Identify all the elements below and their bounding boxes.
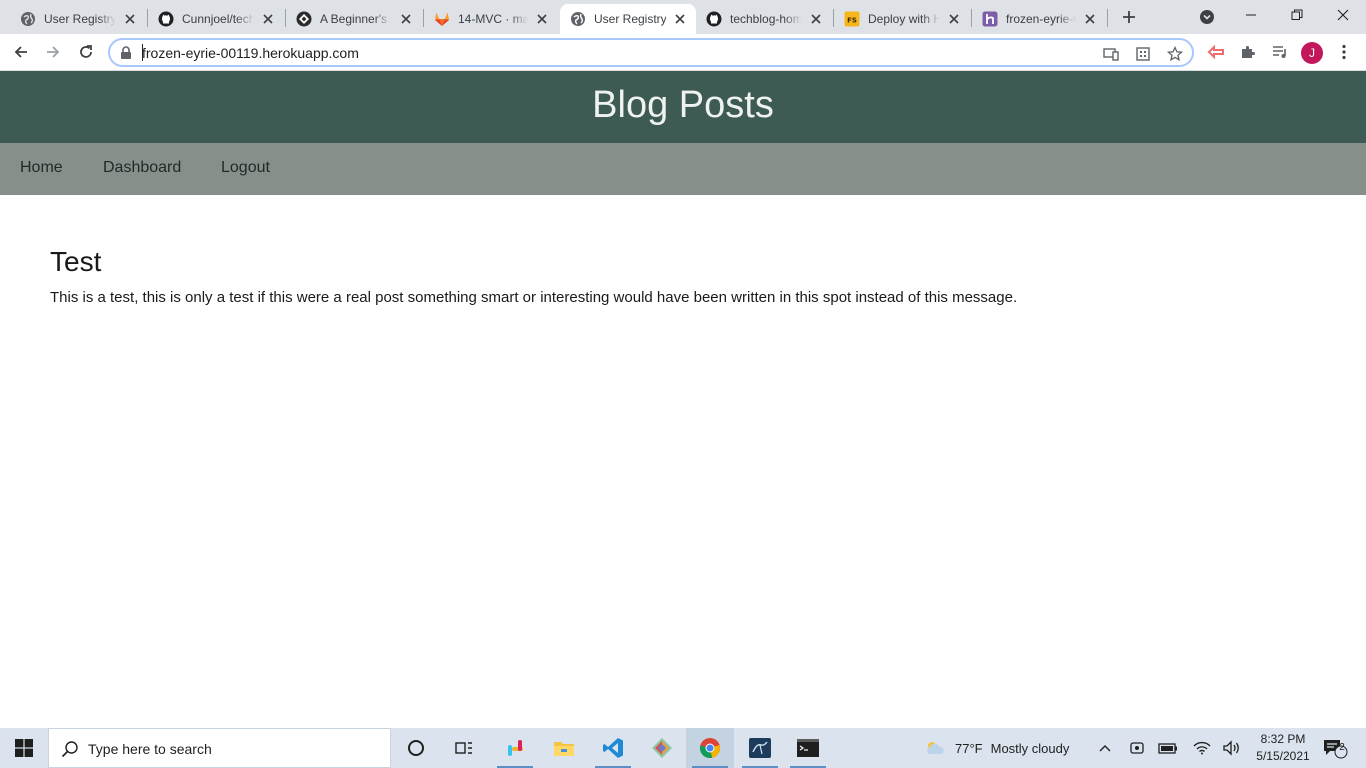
battery-icon[interactable] — [1158, 728, 1178, 768]
cortana-icon[interactable] — [392, 728, 440, 768]
tab-title: User Registry — [594, 12, 666, 26]
globe-icon — [20, 11, 36, 27]
taskbar: Type here to search 77°F Mostly cloudy 8… — [0, 728, 1366, 768]
taskbar-search[interactable]: Type here to search — [48, 728, 391, 768]
reload-icon[interactable] — [74, 40, 98, 64]
weather-temp: 77°F — [955, 740, 983, 756]
github-icon — [158, 11, 174, 27]
tab-beginners-guide[interactable]: A Beginner's — [286, 4, 422, 34]
tab-title: Deploy with H — [868, 12, 940, 26]
fs-icon: FS — [844, 11, 860, 27]
git-kraken-icon[interactable] — [638, 728, 686, 768]
weather-widget[interactable]: 77°F Mostly cloudy — [924, 728, 1069, 768]
extension-red-icon[interactable] — [1206, 42, 1226, 62]
tab-title: A Beginner's — [320, 12, 392, 26]
tab-title: techblog-hom — [730, 12, 802, 26]
windows-start-icon[interactable] — [0, 728, 48, 768]
url-text[interactable]: frozen-eyrie-00119.herokuapp.com — [142, 45, 359, 61]
vscode-icon[interactable] — [589, 728, 637, 768]
file-explorer-icon[interactable] — [540, 728, 588, 768]
heroku-icon — [982, 11, 998, 27]
close-icon[interactable] — [398, 11, 414, 27]
nav-logout-link[interactable]: Logout — [221, 159, 270, 177]
gitlab-icon — [434, 11, 450, 27]
notifications-icon[interactable]: 2 — [1320, 728, 1350, 768]
terminal-icon[interactable] — [784, 728, 832, 768]
close-icon[interactable] — [672, 11, 688, 27]
qr-code-icon[interactable] — [1134, 45, 1152, 63]
tab-deploy-heroku[interactable]: FS Deploy with H — [834, 4, 970, 34]
tab-title: frozen-eyrie-0 — [1006, 12, 1076, 26]
post-body: This is a test, this is only a test if t… — [50, 289, 1018, 306]
close-icon[interactable] — [260, 11, 276, 27]
globe-icon — [570, 11, 586, 27]
back-icon[interactable] — [9, 40, 33, 64]
restore-icon[interactable] — [1274, 0, 1320, 30]
forward-icon[interactable] — [41, 40, 65, 64]
mysql-workbench-icon[interactable] — [736, 728, 784, 768]
post-title[interactable]: Test — [50, 246, 101, 278]
site-nav: Home Dashboard Logout — [0, 143, 1366, 195]
close-icon[interactable] — [808, 11, 824, 27]
nav-home-link[interactable]: Home — [20, 159, 63, 177]
tab-gitlab-mvc[interactable]: 14-MVC · mas — [424, 4, 558, 34]
tab-search-icon[interactable] — [1199, 9, 1215, 25]
nav-dashboard-link[interactable]: Dashboard — [103, 159, 181, 177]
site-header: Blog Posts — [0, 71, 1366, 143]
browser-toolbar: frozen-eyrie-00119.herokuapp.com J — [0, 34, 1366, 71]
text-caret — [142, 44, 143, 61]
site-title: Blog Posts — [592, 83, 774, 126]
tab-title: Cunnjoel/tech — [182, 12, 254, 26]
clock-date: 5/15/2021 — [1256, 749, 1310, 763]
tab-frozen-eyrie[interactable]: frozen-eyrie-0 — [972, 4, 1106, 34]
close-icon[interactable] — [1082, 11, 1098, 27]
cloud-icon — [924, 739, 946, 757]
system-clock[interactable]: 8:32 PM 5/15/2021 — [1248, 731, 1318, 765]
slack-icon[interactable] — [491, 728, 539, 768]
bookmark-star-icon[interactable] — [1166, 45, 1184, 63]
notification-count: 2 — [1339, 742, 1345, 753]
cast-icon[interactable] — [1102, 45, 1120, 63]
close-icon[interactable] — [122, 11, 138, 27]
search-icon — [61, 740, 79, 758]
meet-now-icon[interactable] — [1128, 728, 1146, 768]
extensions-puzzle-icon[interactable] — [1238, 42, 1258, 62]
tab-user-registry-active[interactable]: User Registry — [560, 4, 696, 34]
search-placeholder: Type here to search — [88, 741, 212, 757]
lock-icon[interactable] — [120, 46, 132, 60]
svg-text:FS: FS — [847, 17, 857, 25]
tab-github-cunnjoel[interactable]: Cunnjoel/tech — [148, 4, 284, 34]
diamond-icon — [296, 11, 312, 27]
tab-user-registry-1[interactable]: User Registry — [10, 4, 146, 34]
clock-time: 8:32 PM — [1260, 732, 1306, 746]
tab-title: 14-MVC · mas — [458, 12, 528, 26]
close-window-icon[interactable] — [1320, 0, 1366, 30]
weather-text: Mostly cloudy — [990, 740, 1070, 756]
close-icon[interactable] — [946, 11, 962, 27]
volume-icon[interactable] — [1223, 728, 1241, 768]
more-menu-icon[interactable] — [1334, 42, 1354, 62]
new-tab-button[interactable] — [1119, 7, 1139, 27]
tab-separator — [1107, 9, 1108, 27]
tab-strip: User Registry Cunnjoel/tech A Beginner's… — [0, 0, 1366, 34]
address-bar[interactable]: frozen-eyrie-00119.herokuapp.com — [108, 38, 1194, 67]
tab-github-techblog[interactable]: techblog-hom — [696, 4, 832, 34]
close-icon[interactable] — [534, 11, 550, 27]
profile-avatar[interactable]: J — [1301, 42, 1323, 64]
chevron-up-icon[interactable] — [1097, 728, 1113, 768]
wifi-icon[interactable] — [1193, 728, 1211, 768]
task-view-icon[interactable] — [440, 728, 488, 768]
minimize-icon[interactable] — [1228, 0, 1274, 30]
tab-title: User Registry — [44, 12, 116, 26]
github-icon — [706, 11, 722, 27]
chrome-icon[interactable] — [686, 728, 734, 768]
media-queue-icon[interactable] — [1270, 42, 1290, 62]
